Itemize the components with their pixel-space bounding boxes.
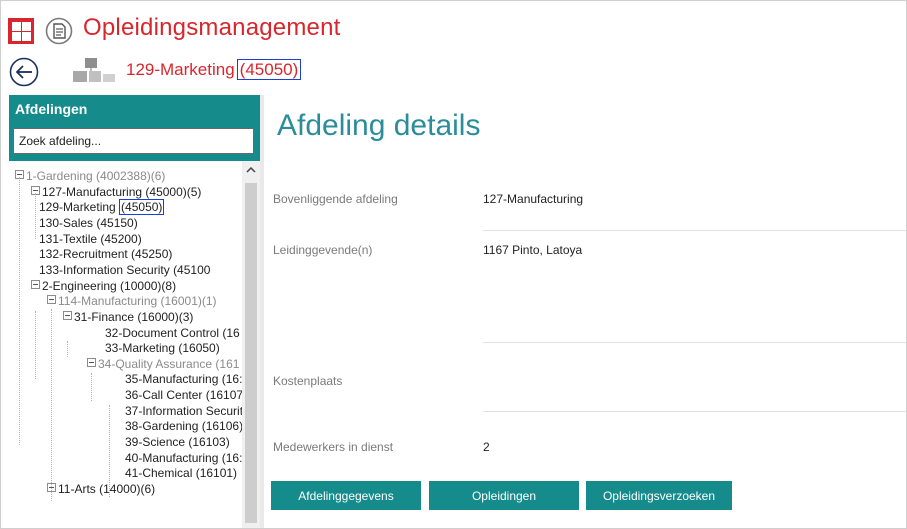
tree-item-label: 114-Manufacturing (16001)(1) bbox=[58, 294, 217, 309]
field-label-manager: Leidinggevende(n) bbox=[273, 243, 373, 257]
field-value-manager: 1167 Pinto, Latoya bbox=[483, 243, 583, 257]
divider bbox=[483, 230, 906, 231]
tree-connector bbox=[67, 341, 68, 357]
tree-item[interactable]: 35-Manufacturing (16: bbox=[125, 372, 242, 387]
tree-item[interactable]: 129-Marketing (45050) bbox=[39, 199, 165, 216]
panel-splitter[interactable] bbox=[260, 95, 264, 528]
back-arrow-icon[interactable] bbox=[9, 57, 39, 87]
tree-item-label: 2-Engineering (10000)(8) bbox=[42, 278, 177, 293]
tree-item[interactable]: 36-Call Center (16107) bbox=[125, 388, 247, 403]
tree-item-label: 11-Arts (14000)(6) bbox=[58, 482, 156, 496]
field-label-employees: Medewerkers in dienst bbox=[273, 440, 394, 454]
tree-item[interactable]: 34-Quality Assurance (161 bbox=[87, 357, 239, 372]
tree-item[interactable]: 39-Science (16103) bbox=[125, 435, 230, 450]
book-icon bbox=[45, 17, 73, 45]
tree-scrollbar[interactable] bbox=[242, 161, 260, 528]
tab-button-training-requests[interactable]: Opleidingsverzoeken bbox=[586, 481, 732, 510]
tree-item-label: 35-Manufacturing (16: bbox=[125, 372, 243, 387]
tree-item-label: 37-Information Securit bbox=[125, 403, 244, 418]
tree-item-label: 132-Recruitment (45250) bbox=[39, 247, 173, 262]
breadcrumb-name: 129-Marketing bbox=[126, 60, 235, 79]
tree-connector bbox=[35, 193, 36, 239]
collapse-toggle-icon[interactable] bbox=[31, 279, 40, 289]
tree-item[interactable]: 114-Manufacturing (16001)(1) bbox=[47, 294, 217, 309]
tree-item-label: 40-Manufacturing (16: bbox=[125, 450, 243, 465]
tree-connector bbox=[51, 309, 52, 501]
app-window: Opleidingsmanagement 129-Marketing (45050… bbox=[0, 0, 907, 529]
field-value-employees: 2 bbox=[483, 440, 490, 454]
tree-item-label: 130-Sales (45150) bbox=[39, 215, 138, 230]
tree-item-label: 131-Textile (45200) bbox=[39, 231, 142, 246]
tree-item-label: 129-Marketing bbox=[39, 200, 120, 215]
tree-item[interactable]: 131-Textile (45200) bbox=[39, 232, 142, 247]
tree-item[interactable]: 32-Document Control (16 bbox=[105, 326, 240, 341]
breadcrumb-current: 129-Marketing (45050) bbox=[126, 59, 302, 80]
field-label-cost-center: Kostenplaats bbox=[273, 374, 343, 388]
tree-item[interactable]: 130-Sales (45150) bbox=[39, 216, 138, 231]
tree-item[interactable]: 40-Manufacturing (16: bbox=[125, 451, 242, 466]
department-search-input[interactable] bbox=[13, 128, 254, 154]
tree-item-label: 36-Call Center (16107) bbox=[125, 388, 248, 403]
collapse-toggle-icon[interactable] bbox=[87, 357, 96, 367]
field-label-parent: Bovenliggende afdeling bbox=[273, 192, 398, 206]
breadcrumb: 129-Marketing (45050) bbox=[1, 51, 906, 93]
tree-item-label: 33-Marketing (16050) bbox=[105, 341, 220, 356]
tree-item-label: 1-Gardening (4002388)(6) bbox=[26, 169, 166, 183]
tree-connector bbox=[91, 373, 92, 401]
tree-connector bbox=[109, 405, 110, 497]
tree-item-code: (45050) bbox=[119, 199, 165, 216]
tree-item[interactable]: 133-Information Security (45100 bbox=[39, 263, 210, 278]
tree-item[interactable]: 2-Engineering (10000)(8) bbox=[31, 279, 176, 294]
page-title: Afdeling details bbox=[277, 109, 481, 142]
tree-item[interactable]: 132-Recruitment (45250) bbox=[39, 247, 172, 262]
tree-item-label: 127-Manufacturing (45000)(5) bbox=[42, 184, 202, 199]
tree-connector bbox=[35, 311, 36, 379]
tree-item[interactable]: 31-Finance (16000)(3) bbox=[63, 310, 193, 325]
app-menu-icon[interactable] bbox=[8, 18, 34, 44]
tree-item[interactable]: 127-Manufacturing (45000)(5) bbox=[31, 185, 201, 200]
tree-item[interactable]: 1-Gardening (4002388)(6) bbox=[15, 169, 165, 184]
app-header: Opleidingsmanagement bbox=[1, 1, 906, 47]
breadcrumb-code: (45050) bbox=[236, 59, 302, 80]
tab-button-department-data[interactable]: Afdelinggegevens bbox=[271, 481, 421, 510]
department-tree: 1-Gardening (4002388)(6) 127-Manufacturin… bbox=[9, 161, 260, 528]
scroll-up-icon[interactable] bbox=[246, 167, 256, 173]
tree-item-label: 31-Finance (16000)(3) bbox=[74, 309, 194, 324]
tab-button-trainings[interactable]: Opleidingen bbox=[429, 481, 579, 510]
tree-item[interactable]: 33-Marketing (16050) bbox=[105, 341, 220, 356]
org-chart-icon bbox=[73, 58, 115, 82]
tree-item-label: 38-Gardening (16106) bbox=[125, 419, 244, 434]
tree-item-label: 34-Quality Assurance (161 bbox=[98, 356, 240, 371]
department-sidebar: Afdelingen 1-Gardening (4002388)(6)127-M… bbox=[9, 95, 260, 528]
tree-item[interactable]: 11-Arts (14000)(6) bbox=[47, 482, 155, 497]
field-value-parent: 127-Manufacturing bbox=[483, 192, 584, 206]
tree-item[interactable]: 37-Information Securit bbox=[125, 404, 243, 419]
divider bbox=[483, 342, 906, 343]
divider bbox=[483, 411, 906, 412]
tree-connector bbox=[19, 177, 20, 445]
tree-item-label: 133-Information Security (45100 bbox=[39, 262, 211, 277]
app-title: Opleidingsmanagement bbox=[83, 14, 341, 41]
scroll-thumb[interactable] bbox=[245, 183, 257, 523]
sidebar-title: Afdelingen bbox=[15, 101, 88, 117]
tree-item-label: 39-Science (16103) bbox=[125, 435, 230, 450]
collapse-toggle-icon[interactable] bbox=[63, 310, 72, 320]
tree-item-label: 32-Document Control (16 bbox=[105, 325, 240, 340]
tree-item[interactable]: 41-Chemical (16101) bbox=[125, 466, 237, 481]
tree-item[interactable]: 38-Gardening (16106) bbox=[125, 419, 243, 434]
collapse-toggle-icon[interactable] bbox=[47, 295, 56, 305]
tree-item-label: 41-Chemical (16101) bbox=[125, 466, 238, 481]
